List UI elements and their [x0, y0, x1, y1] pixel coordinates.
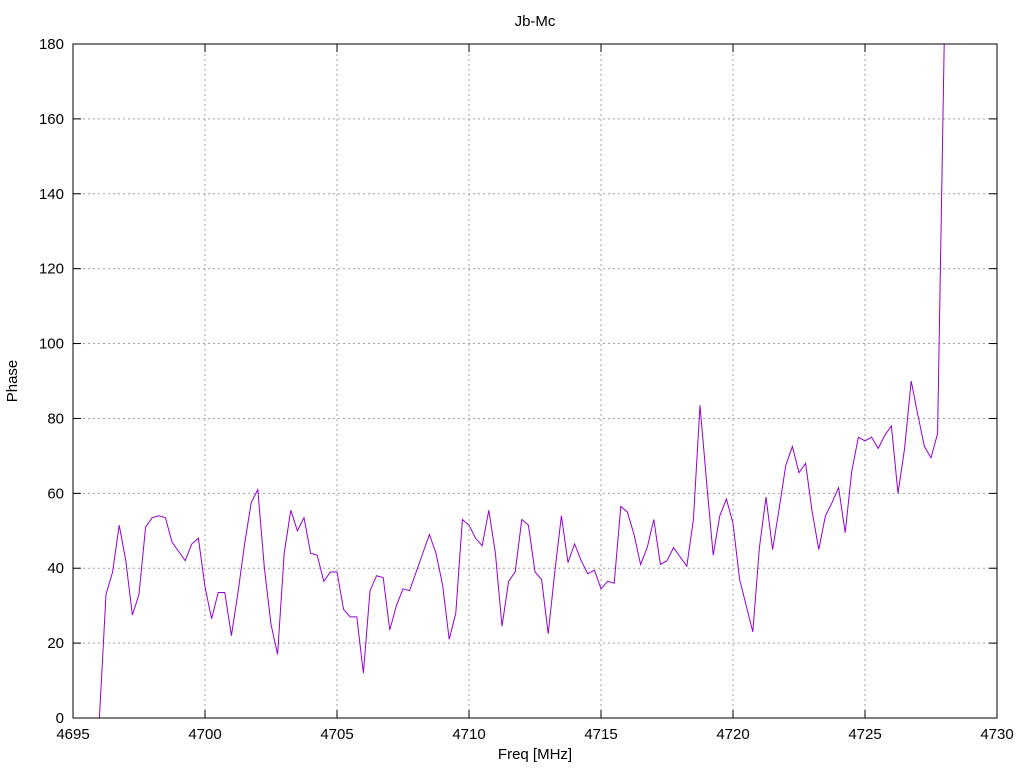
y-tick-label: 140 [39, 186, 64, 203]
y-tick-label: 160 [39, 111, 64, 128]
y-tick-label: 80 [47, 410, 64, 427]
x-tick-label: 4705 [320, 726, 353, 743]
chart-title: Jb-Mc [515, 13, 556, 30]
x-axis-title: Freq [MHz] [498, 746, 572, 763]
y-tick-label: 120 [39, 261, 64, 278]
x-tick-label: 4730 [980, 726, 1013, 743]
phase-line-chart: 4695 4700 4705 4710 4715 4720 4725 4730 0 20 40 60… [0, 0, 1024, 768]
y-tick-label: 40 [47, 560, 64, 577]
x-tick-label: 4695 [56, 726, 89, 743]
x-tick-label: 4715 [584, 726, 617, 743]
y-tick-label: 20 [47, 635, 64, 652]
y-tick-label: 60 [47, 485, 64, 502]
x-tick-label: 4700 [188, 726, 221, 743]
x-tick-label: 4725 [848, 726, 881, 743]
y-tick-label: 0 [56, 710, 64, 727]
x-tick-label: 4720 [716, 726, 749, 743]
y-axis-title: Phase [4, 360, 21, 403]
y-tick-label: 100 [39, 336, 64, 353]
x-tick-label: 4710 [452, 726, 485, 743]
chart-background [0, 0, 1024, 768]
y-tick-label: 180 [39, 36, 64, 53]
